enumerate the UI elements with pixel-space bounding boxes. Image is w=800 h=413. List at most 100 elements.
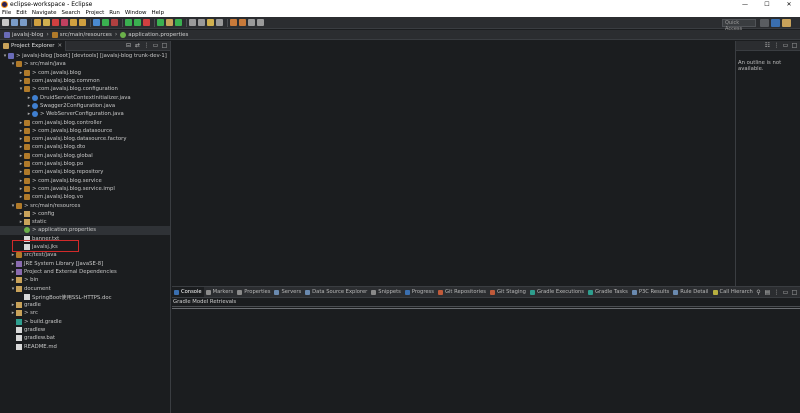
maximize-view-icon[interactable]: □ bbox=[791, 289, 798, 296]
annotation-prev-icon[interactable] bbox=[239, 19, 246, 26]
tree-item[interactable]: ▾ > javalsj-blog [boot] [devtools] [javal… bbox=[0, 52, 167, 60]
tab-properties[interactable]: Properties bbox=[235, 287, 272, 297]
tree-item[interactable]: ▸ Project and External Dependencies bbox=[0, 268, 117, 276]
tab-progress[interactable]: Progress bbox=[403, 287, 436, 297]
tree-item[interactable]: > application.properties bbox=[0, 226, 170, 235]
tab-snippets[interactable]: Snippets bbox=[369, 287, 403, 297]
tab-git-repositories[interactable]: Git Repositories bbox=[436, 287, 488, 297]
menu-search[interactable]: Search bbox=[62, 10, 81, 16]
tree-item[interactable]: ▸ > com.javalsj.blog.service bbox=[0, 177, 102, 185]
stop-icon[interactable] bbox=[143, 19, 150, 26]
open-task-icon[interactable] bbox=[198, 19, 205, 26]
outline-menu-icon[interactable]: ⋮ bbox=[773, 42, 780, 49]
menu-edit[interactable]: Edit bbox=[16, 10, 27, 16]
tree-item[interactable]: ▾ > src/main/java bbox=[0, 60, 66, 68]
menu-navigate[interactable]: Navigate bbox=[32, 10, 57, 16]
view-menu-icon[interactable]: ⋮ bbox=[773, 289, 780, 296]
tree-item[interactable]: > build.gradle bbox=[0, 318, 62, 326]
back-icon[interactable] bbox=[248, 19, 255, 26]
tree-item[interactable]: ▸ com.javalsj.blog.dto bbox=[0, 143, 85, 151]
tab-servers[interactable]: Servers bbox=[272, 287, 303, 297]
pin-console-icon[interactable]: ⚲ bbox=[755, 289, 762, 296]
tree-item[interactable]: ▸ com.javalsj.blog.vo bbox=[0, 193, 83, 201]
collapse-all-icon[interactable]: ⊟ bbox=[125, 42, 132, 49]
menu-window[interactable]: Window bbox=[125, 10, 147, 16]
minimize-button[interactable]: — bbox=[734, 0, 756, 9]
search-icon[interactable] bbox=[207, 19, 214, 26]
breadcrumb-project[interactable]: javalsj-blog bbox=[4, 31, 43, 38]
tree-item[interactable]: ▸ > bin bbox=[0, 276, 38, 284]
tree-item[interactable]: ▸ > com.javalsj.blog.service.impl bbox=[0, 185, 115, 193]
tree-item[interactable]: SpringBoot使用SSL-HTTPS.doc bbox=[0, 293, 112, 301]
new-package-icon[interactable] bbox=[166, 19, 173, 26]
toggle-mark-icon[interactable] bbox=[216, 19, 223, 26]
forward-icon[interactable] bbox=[257, 19, 264, 26]
tree-item[interactable]: ▸ com.javalsj.blog.repository bbox=[0, 168, 103, 176]
tree-item[interactable]: ▸ > com.javalsj.blog.datasource bbox=[0, 127, 112, 135]
run-icon[interactable] bbox=[102, 19, 109, 26]
new-class-icon[interactable] bbox=[175, 19, 182, 26]
open-perspective-icon[interactable] bbox=[760, 19, 769, 27]
tab-call-hierarchy[interactable]: Call Hierarchy bbox=[711, 287, 758, 297]
debug-icon[interactable] bbox=[93, 19, 100, 26]
tree-item[interactable]: ▸ DruidServletContextInitializer.java bbox=[0, 94, 131, 102]
link-with-editor-icon[interactable]: ⇄ bbox=[134, 42, 141, 49]
tree-item[interactable]: README.md bbox=[0, 343, 57, 351]
breadcrumb-file[interactable]: application.properties bbox=[120, 31, 188, 38]
step-over-icon[interactable] bbox=[79, 19, 86, 26]
menu-help[interactable]: Help bbox=[152, 10, 165, 16]
tree-item[interactable]: ▾ document bbox=[0, 284, 51, 292]
tree-item[interactable]: ▸ com.javalsj.blog.controller bbox=[0, 118, 102, 126]
view-menu-icon[interactable]: ⋮ bbox=[143, 42, 150, 49]
tree-item[interactable]: ▸ com.javalsj.blog.po bbox=[0, 160, 83, 168]
tree-item[interactable]: ▾ > src/main/resources bbox=[0, 201, 80, 209]
java-perspective-icon[interactable] bbox=[782, 19, 791, 27]
menu-project[interactable]: Project bbox=[85, 10, 104, 16]
close-window-button[interactable]: ✕ bbox=[778, 0, 800, 9]
resume-icon[interactable] bbox=[43, 19, 50, 26]
tab-git-staging[interactable]: Git Staging bbox=[488, 287, 528, 297]
menu-run[interactable]: Run bbox=[109, 10, 120, 16]
tab-project-explorer[interactable]: Project Explorer ✕ bbox=[0, 40, 67, 51]
editor-area[interactable] bbox=[172, 41, 735, 286]
tree-item[interactable]: ▸ > WebServerConfiguration.java bbox=[0, 110, 124, 118]
external-tools-icon[interactable] bbox=[134, 19, 141, 26]
tab-rule-detail[interactable]: Rule Detail bbox=[671, 287, 710, 297]
tab-console[interactable]: Console bbox=[172, 287, 204, 297]
disconnect-icon[interactable] bbox=[61, 19, 68, 26]
tab-gradle-tasks[interactable]: Gradle Tasks bbox=[586, 287, 630, 297]
maximize-view-icon[interactable]: □ bbox=[161, 42, 168, 49]
new-java-project-icon[interactable] bbox=[157, 19, 164, 26]
menu-file[interactable]: File bbox=[2, 10, 11, 16]
tree-item[interactable]: ▸ com.javalsj.blog.datasource.factory bbox=[0, 135, 126, 143]
display-console-icon[interactable]: ▤ bbox=[764, 289, 771, 296]
tree-item[interactable]: ▸ Swagger2Configuration.java bbox=[0, 102, 115, 110]
skip-breakpoints-icon[interactable] bbox=[34, 19, 41, 26]
tab-gradle-executions[interactable]: Gradle Executions bbox=[528, 287, 586, 297]
tree-item[interactable]: ▸ com.javalsj.blog.common bbox=[0, 77, 100, 85]
close-tab-icon[interactable]: ✕ bbox=[57, 43, 62, 49]
save-icon[interactable] bbox=[11, 19, 18, 26]
tree-item[interactable]: ▸ com.javalsj.blog.global bbox=[0, 152, 93, 160]
outline-view-icon[interactable]: ☷ bbox=[764, 42, 771, 49]
maximize-view-icon[interactable]: □ bbox=[791, 42, 798, 49]
coverage-icon[interactable] bbox=[111, 19, 118, 26]
tree-item[interactable]: ▸ static bbox=[0, 218, 47, 226]
save-all-icon[interactable] bbox=[20, 19, 27, 26]
tab-p3c-results[interactable]: P3C Results bbox=[630, 287, 671, 297]
minimize-view-icon[interactable]: ▭ bbox=[782, 289, 789, 296]
terminate-icon[interactable] bbox=[52, 19, 59, 26]
minimize-view-icon[interactable]: ▭ bbox=[152, 42, 159, 49]
tree-item[interactable]: gradlew bbox=[0, 326, 45, 334]
tree-item[interactable]: ▸ > config bbox=[0, 210, 54, 218]
tab-data-source-explorer[interactable]: Data Source Explorer bbox=[303, 287, 369, 297]
open-type-icon[interactable] bbox=[189, 19, 196, 26]
annotation-next-icon[interactable] bbox=[230, 19, 237, 26]
tree-item[interactable]: ▾ > com.javalsj.blog.configuration bbox=[0, 85, 118, 93]
java-ee-perspective-icon[interactable] bbox=[771, 19, 780, 27]
maximize-button[interactable]: ☐ bbox=[756, 0, 778, 9]
new-icon[interactable] bbox=[2, 19, 9, 26]
run-last-icon[interactable] bbox=[125, 19, 132, 26]
minimize-view-icon[interactable]: ▭ bbox=[782, 42, 789, 49]
tree-item[interactable]: gradlew.bat bbox=[0, 334, 55, 342]
